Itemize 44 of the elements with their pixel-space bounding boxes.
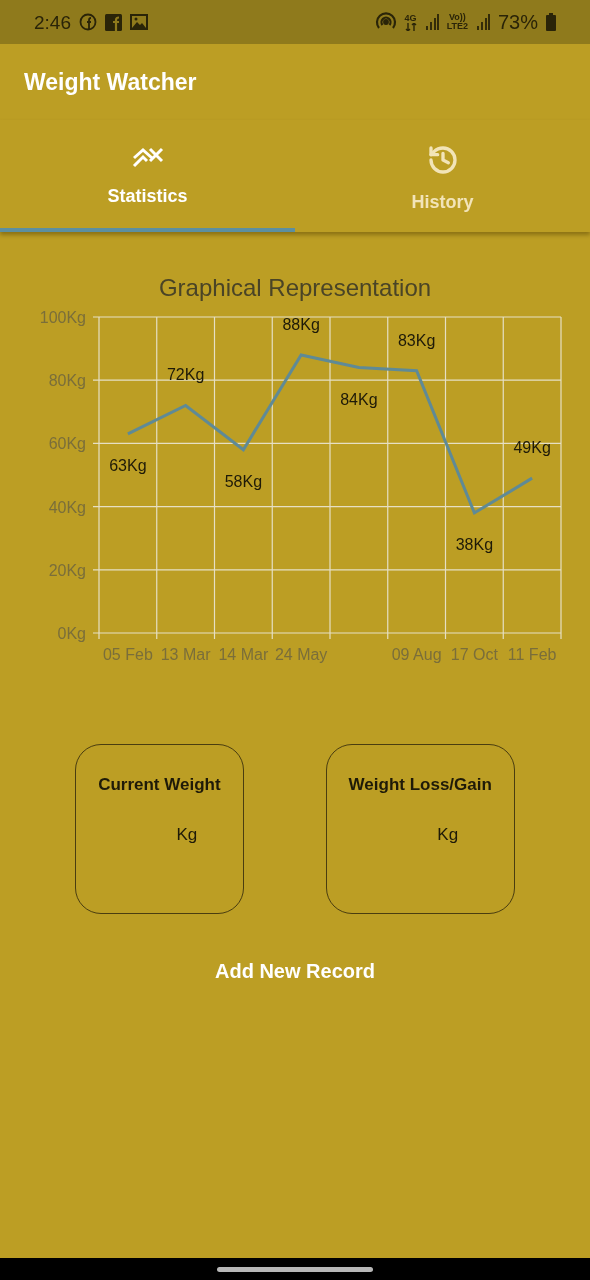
signal-icon — [475, 14, 490, 30]
axis-label: 100Kg — [39, 309, 86, 326]
home-handle[interactable] — [217, 1266, 373, 1272]
data-label: 84Kg — [340, 390, 378, 408]
unit-label: Kg — [436, 825, 459, 845]
data-arrows-icon — [404, 22, 417, 31]
clock: 2:46 — [34, 12, 71, 32]
card-title: Weight Loss/Gain — [348, 775, 492, 795]
image-icon — [130, 14, 148, 30]
battery-percent: 73% — [497, 12, 538, 32]
axis-label: 80Kg — [48, 372, 86, 390]
chart-title: Graphical Representation — [158, 274, 432, 303]
tab[interactable]: Statistics — [0, 120, 295, 232]
unit-label: Kg — [175, 825, 198, 845]
axis-label: 40Kg — [48, 498, 86, 516]
data-label: 49Kg — [513, 439, 551, 457]
axis-label: 11 Feb — [507, 646, 557, 663]
volte-label: Vo)) — [448, 13, 466, 22]
data-label: 83Kg — [397, 331, 436, 349]
data-label: 63Kg — [109, 456, 147, 474]
volte-label: LTE2 — [446, 22, 468, 31]
axis-label: 13 Mar — [160, 646, 211, 663]
axis-label: 17 Oct — [450, 646, 498, 663]
axis-label: 60Kg — [48, 435, 86, 453]
network-type: 4G — [404, 13, 417, 23]
tab[interactable]: History — [295, 120, 590, 232]
facebook-square-icon — [105, 13, 122, 31]
axis-label: 09 Aug — [391, 646, 442, 663]
history-icon — [426, 144, 459, 176]
add-record-button[interactable]: Add New Record — [207, 956, 383, 987]
data-label: 72Kg — [166, 366, 205, 384]
data-label: 38Kg — [455, 535, 494, 553]
card-title: Current Weight — [98, 775, 221, 795]
axis-label: 05 Feb — [102, 646, 153, 663]
data-label: 58Kg — [224, 472, 263, 490]
axis-label: 20Kg — [48, 561, 86, 579]
axis-label: 14 Mar — [218, 646, 269, 663]
app-title: Weight Watcher — [24, 68, 197, 96]
signal-icon — [424, 14, 439, 30]
battery-icon — [546, 13, 556, 31]
axis-label: 24 May — [274, 646, 328, 663]
axis-label: 0Kg — [57, 625, 86, 642]
data-label: 88Kg — [282, 315, 320, 333]
facebook-icon — [79, 13, 97, 31]
